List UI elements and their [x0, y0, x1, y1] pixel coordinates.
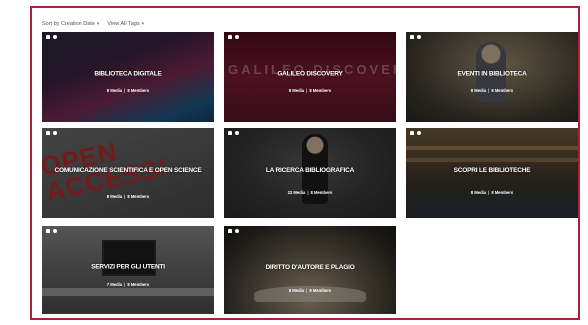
media-count: 8 Media [470, 88, 487, 93]
lock-icon [46, 229, 50, 233]
channel-tile-eventi-in-biblioteca[interactable]: EVENTI IN BIBLIOTECA 8 Media | 8 Members [406, 32, 578, 122]
tile-icons [46, 229, 57, 233]
lock-icon [410, 131, 414, 135]
tile-title: BIBLIOTECA DIGITALE [94, 70, 162, 78]
members-count: 8 Members [310, 190, 333, 195]
tile-icons [228, 131, 239, 135]
tile-icons [228, 229, 239, 233]
channel-tile-la-ricerca-bibliografica[interactable]: LA RICERCA BIBLIOGRAFICA 22 Media | 8 Memb… [224, 128, 396, 218]
members-count: 8 Members [127, 194, 150, 199]
lock-icon [46, 131, 50, 135]
lock-icon [228, 229, 232, 233]
tile-icons [228, 35, 239, 39]
star-icon [53, 131, 57, 135]
tile-meta: 8 Media | 8 Members [106, 194, 150, 199]
members-count: 8 Members [491, 190, 514, 195]
lock-icon [410, 35, 414, 39]
members-count: 8 Members [127, 282, 150, 287]
media-count: 22 Media [287, 190, 306, 195]
media-count: 7 Media [106, 282, 123, 287]
lock-icon [228, 131, 232, 135]
channel-gallery: Sort by Creation Date ▾ View All Tags ▾ … [30, 6, 580, 320]
tile-title: GALILEO DISCOVERY [277, 70, 343, 78]
tile-meta: 8 Media | 8 Members [470, 88, 514, 93]
star-icon [417, 131, 421, 135]
tile-title: EVENTI IN BIBLIOTECA [457, 70, 527, 78]
members-count: 8 Members [309, 288, 332, 293]
media-count: 8 Media [288, 288, 305, 293]
tile-title: COMUNICAZIONE SCIENTIFICA E OPEN SCIENCE [54, 167, 202, 174]
members-count: 8 Members [491, 88, 514, 93]
tile-title: LA RICERCA BIBLIOGRAFICA [265, 167, 355, 174]
tile-meta: 8 Media | 8 Members [470, 190, 514, 195]
members-count: 8 Members [127, 88, 150, 93]
lock-icon [46, 35, 50, 39]
tile-icons [410, 35, 421, 39]
tile-icons [46, 35, 57, 39]
star-icon [53, 229, 57, 233]
channel-tile-servizi-per-gli-utenti[interactable]: SERVIZI PER GLI UTENTI 7 Media | 8 Members [42, 226, 214, 314]
star-icon [235, 229, 239, 233]
tile-icons [410, 131, 421, 135]
media-count: 8 Media [106, 88, 123, 93]
star-icon [235, 35, 239, 39]
channel-tile-scopri-le-biblioteche[interactable]: SCOPRI LE BIBLIOTECHE 8 Media | 8 Members [406, 128, 578, 218]
tile-meta: 7 Media | 8 Members [106, 282, 150, 287]
channel-grid: BIBLIOTECA DIGITALE 8 Media | 8 Members GA… [32, 8, 578, 318]
members-count: 8 Members [309, 88, 332, 93]
tile-title: DIRITTO D'AUTORE E PLAGIO [265, 264, 355, 271]
tile-icons [46, 131, 57, 135]
star-icon [53, 35, 57, 39]
tile-title: SERVIZI PER GLI UTENTI [91, 263, 165, 271]
channel-tile-galileo-discovery[interactable]: GALILEO DISCOVERY GALILEO DISCOVERY 8 Me… [224, 32, 396, 122]
tile-title: SCOPRI LE BIBLIOTECHE [453, 167, 531, 174]
tile-meta: 22 Media | 8 Members [287, 190, 333, 195]
tile-meta: 8 Media | 8 Members [106, 88, 150, 93]
tile-meta: 8 Media | 8 Members [288, 88, 332, 93]
star-icon [235, 131, 239, 135]
star-icon [417, 35, 421, 39]
media-count: 8 Media [106, 194, 123, 199]
media-count: 8 Media [470, 190, 487, 195]
channel-tile-comunicazione-scientifica[interactable]: OPEN ACCESS! COMUNICAZIONE SCIENTIFICA E… [42, 128, 214, 218]
lock-icon [228, 35, 232, 39]
channel-tile-diritto-d-autore[interactable]: DIRITTO D'AUTORE E PLAGIO 8 Media | 8 Memb… [224, 226, 396, 314]
media-count: 8 Media [288, 88, 305, 93]
tile-meta: 8 Media | 8 Members [288, 288, 332, 293]
channel-tile-biblioteca-digitale[interactable]: BIBLIOTECA DIGITALE 8 Media | 8 Members [42, 32, 214, 122]
